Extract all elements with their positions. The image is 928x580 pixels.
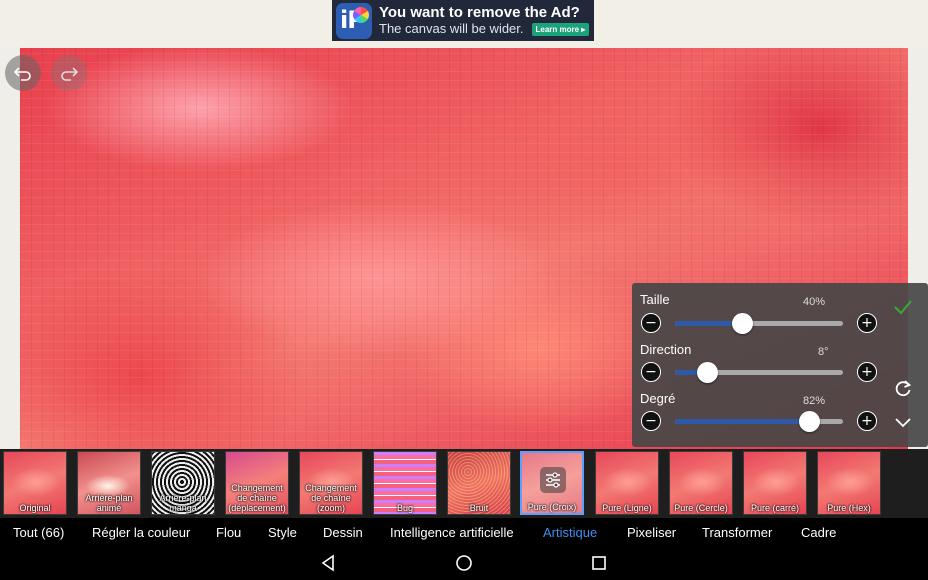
system-nav-bar xyxy=(0,546,928,580)
home-circle-icon xyxy=(456,555,472,571)
filter-thumb-pure-hex[interactable]: Pure (Hex) xyxy=(817,451,881,515)
undo-button[interactable] xyxy=(5,55,41,91)
tab-artistique[interactable]: Artistique xyxy=(543,525,597,540)
filter-thumb-bug[interactable]: Bug xyxy=(373,451,437,515)
adjustment-panel: Taille 40% − + Direction 8° − + Degré 82… xyxy=(632,283,928,447)
degre-minus-button[interactable]: − xyxy=(641,411,661,431)
filter-caption: Changement de chaîne (zoom) xyxy=(305,483,357,513)
nav-home-button[interactable] xyxy=(454,553,474,573)
direction-slider[interactable] xyxy=(675,362,843,383)
direction-plus-button[interactable]: + xyxy=(857,362,877,382)
ibispaint-logo-icon: iP xyxy=(336,2,372,39)
learn-more-button[interactable]: Learn more ▸ xyxy=(531,22,590,36)
filter-caption: Original xyxy=(19,503,51,513)
filter-caption: Bug xyxy=(396,503,413,513)
recents-square-icon xyxy=(592,556,606,570)
check-icon xyxy=(894,300,912,315)
filter-caption: Pure (carré) xyxy=(750,503,799,513)
filter-strip[interactable]: Original Arrière-plan animé Arrière-plan… xyxy=(0,449,928,518)
filter-caption: Arrière-plan manga xyxy=(159,493,207,513)
reset-button[interactable] xyxy=(892,378,914,400)
degre-slider[interactable] xyxy=(675,411,843,432)
filter-thumb-arriere-plan-manga[interactable]: Arrière-plan manga xyxy=(151,451,215,515)
filter-caption: Pure (Cercle) xyxy=(674,503,728,513)
chevron-down-icon xyxy=(895,418,911,428)
slider-fill xyxy=(675,419,810,424)
direction-minus-button[interactable]: − xyxy=(641,362,661,382)
redo-button[interactable] xyxy=(51,55,87,91)
slider-thumb[interactable] xyxy=(696,362,718,383)
ad-strip: iP You want to remove the Ad? The canvas… xyxy=(0,0,928,48)
ad-banner[interactable]: iP You want to remove the Ad? The canvas… xyxy=(332,0,594,41)
sliders-icon xyxy=(540,467,566,493)
slider-thumb[interactable] xyxy=(732,313,754,334)
filter-thumb-changement-deplacement[interactable]: Changement de chaîne (déplacement) xyxy=(225,451,289,515)
filter-thumb-pure-cercle[interactable]: Pure (Cercle) xyxy=(669,451,733,515)
filter-caption: Pure (Ligne) xyxy=(602,503,652,513)
tab-dessin[interactable]: Dessin xyxy=(323,525,363,540)
filter-thumb-bruit[interactable]: Bruit xyxy=(447,451,511,515)
filter-caption: Pure (Croix) xyxy=(527,502,577,512)
filter-caption: Pure (Hex) xyxy=(827,503,871,513)
filter-thumb-pure-ligne[interactable]: Pure (Ligne) xyxy=(595,451,659,515)
degre-plus-button[interactable]: + xyxy=(857,411,877,431)
tab-tout[interactable]: Tout (66) xyxy=(13,525,64,540)
tab-pixeliser[interactable]: Pixeliser xyxy=(627,525,676,540)
category-tabs: Tout (66) Régler la couleur Flou Style D… xyxy=(0,518,928,546)
back-triangle-icon xyxy=(321,554,334,572)
param-label-direction: Direction xyxy=(640,342,692,357)
tab-transformer[interactable]: Transformer xyxy=(702,525,772,540)
redo-icon xyxy=(61,67,79,81)
filter-caption: Changement de chaîne (déplacement) xyxy=(228,483,286,513)
filter-thumb-original[interactable]: Original xyxy=(3,451,67,515)
filter-thumb-arriere-plan-anime[interactable]: Arrière-plan animé xyxy=(77,451,141,515)
taille-minus-button[interactable]: − xyxy=(641,313,661,333)
taille-slider[interactable] xyxy=(675,313,843,334)
filter-thumb-pure-croix[interactable]: Pure (Croix) xyxy=(520,451,584,515)
param-value-direction: 8° xyxy=(818,346,829,358)
tab-cadre[interactable]: Cadre xyxy=(801,525,836,540)
param-label-degre: Degré xyxy=(640,391,676,406)
reset-icon xyxy=(895,380,912,397)
filter-caption: Bruit xyxy=(469,503,489,513)
slider-thumb[interactable] xyxy=(799,411,821,432)
param-label-taille: Taille xyxy=(640,292,670,307)
tab-flou[interactable]: Flou xyxy=(216,525,241,540)
undo-icon xyxy=(13,67,31,81)
taille-plus-button[interactable]: + xyxy=(857,313,877,333)
confirm-button[interactable] xyxy=(892,296,914,318)
param-value-taille: 40% xyxy=(803,296,826,308)
tab-intelligence-artificielle[interactable]: Intelligence artificielle xyxy=(390,525,514,540)
tab-regler-la-couleur[interactable]: Régler la couleur xyxy=(92,525,190,540)
ad-title: You want to remove the Ad? xyxy=(379,4,580,21)
color-wheel-icon xyxy=(353,6,369,23)
nav-recents-button[interactable] xyxy=(589,553,609,573)
nav-back-button[interactable] xyxy=(318,553,338,573)
param-value-degre: 82% xyxy=(803,395,826,407)
filter-caption: Arrière-plan animé xyxy=(85,493,133,513)
collapse-panel-button[interactable] xyxy=(892,412,914,434)
filter-thumb-changement-zoom[interactable]: Changement de chaîne (zoom) xyxy=(299,451,363,515)
filter-thumb-pure-carre[interactable]: Pure (carré) xyxy=(743,451,807,515)
tab-style[interactable]: Style xyxy=(268,525,297,540)
ad-subtitle: The canvas will be wider. xyxy=(379,21,524,36)
